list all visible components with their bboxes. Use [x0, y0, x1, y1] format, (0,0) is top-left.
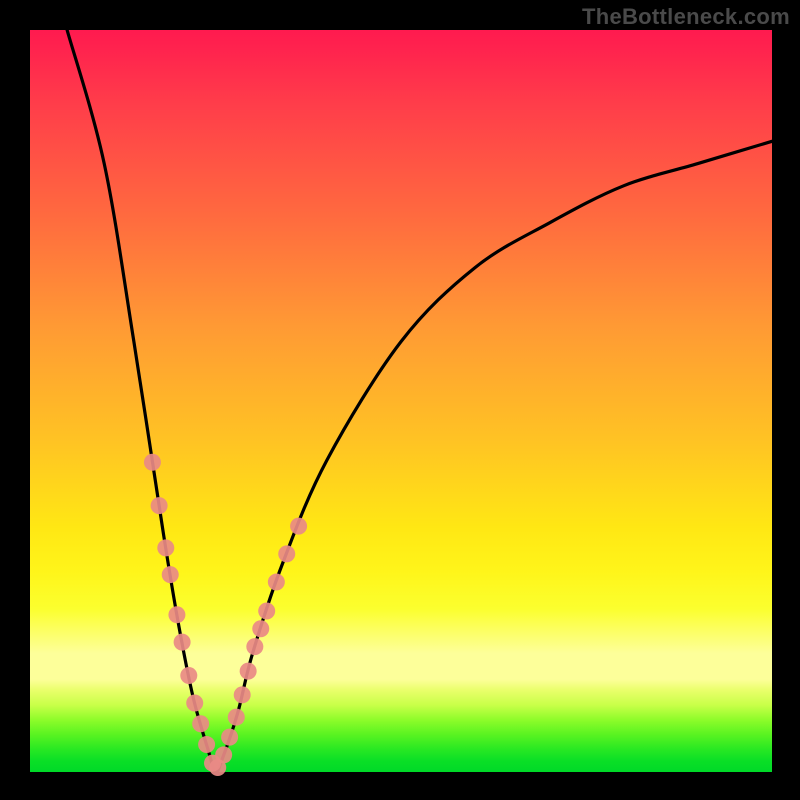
data-dot	[162, 566, 179, 583]
data-dot	[246, 638, 263, 655]
data-dot	[290, 518, 307, 535]
chart-stage: TheBottleneck.com	[0, 0, 800, 800]
data-dot	[240, 663, 257, 680]
data-dot	[174, 634, 191, 651]
data-dot	[234, 686, 251, 703]
data-dot	[215, 746, 232, 763]
bottleneck-curve-path	[67, 30, 772, 772]
curve-data-dots	[144, 454, 307, 776]
data-dot	[157, 539, 174, 556]
data-dot	[198, 736, 215, 753]
chart-overlay	[30, 30, 772, 772]
data-dot	[278, 545, 295, 562]
data-dot	[221, 729, 238, 746]
data-dot	[258, 602, 275, 619]
data-dot	[186, 694, 203, 711]
data-dot	[228, 709, 245, 726]
data-dot	[144, 454, 161, 471]
bottleneck-curve	[67, 30, 772, 772]
data-dot	[252, 620, 269, 637]
data-dot	[168, 606, 185, 623]
watermark-text: TheBottleneck.com	[582, 4, 790, 30]
data-dot	[268, 574, 285, 591]
data-dot	[192, 715, 209, 732]
data-dot	[151, 497, 168, 514]
data-dot	[180, 667, 197, 684]
